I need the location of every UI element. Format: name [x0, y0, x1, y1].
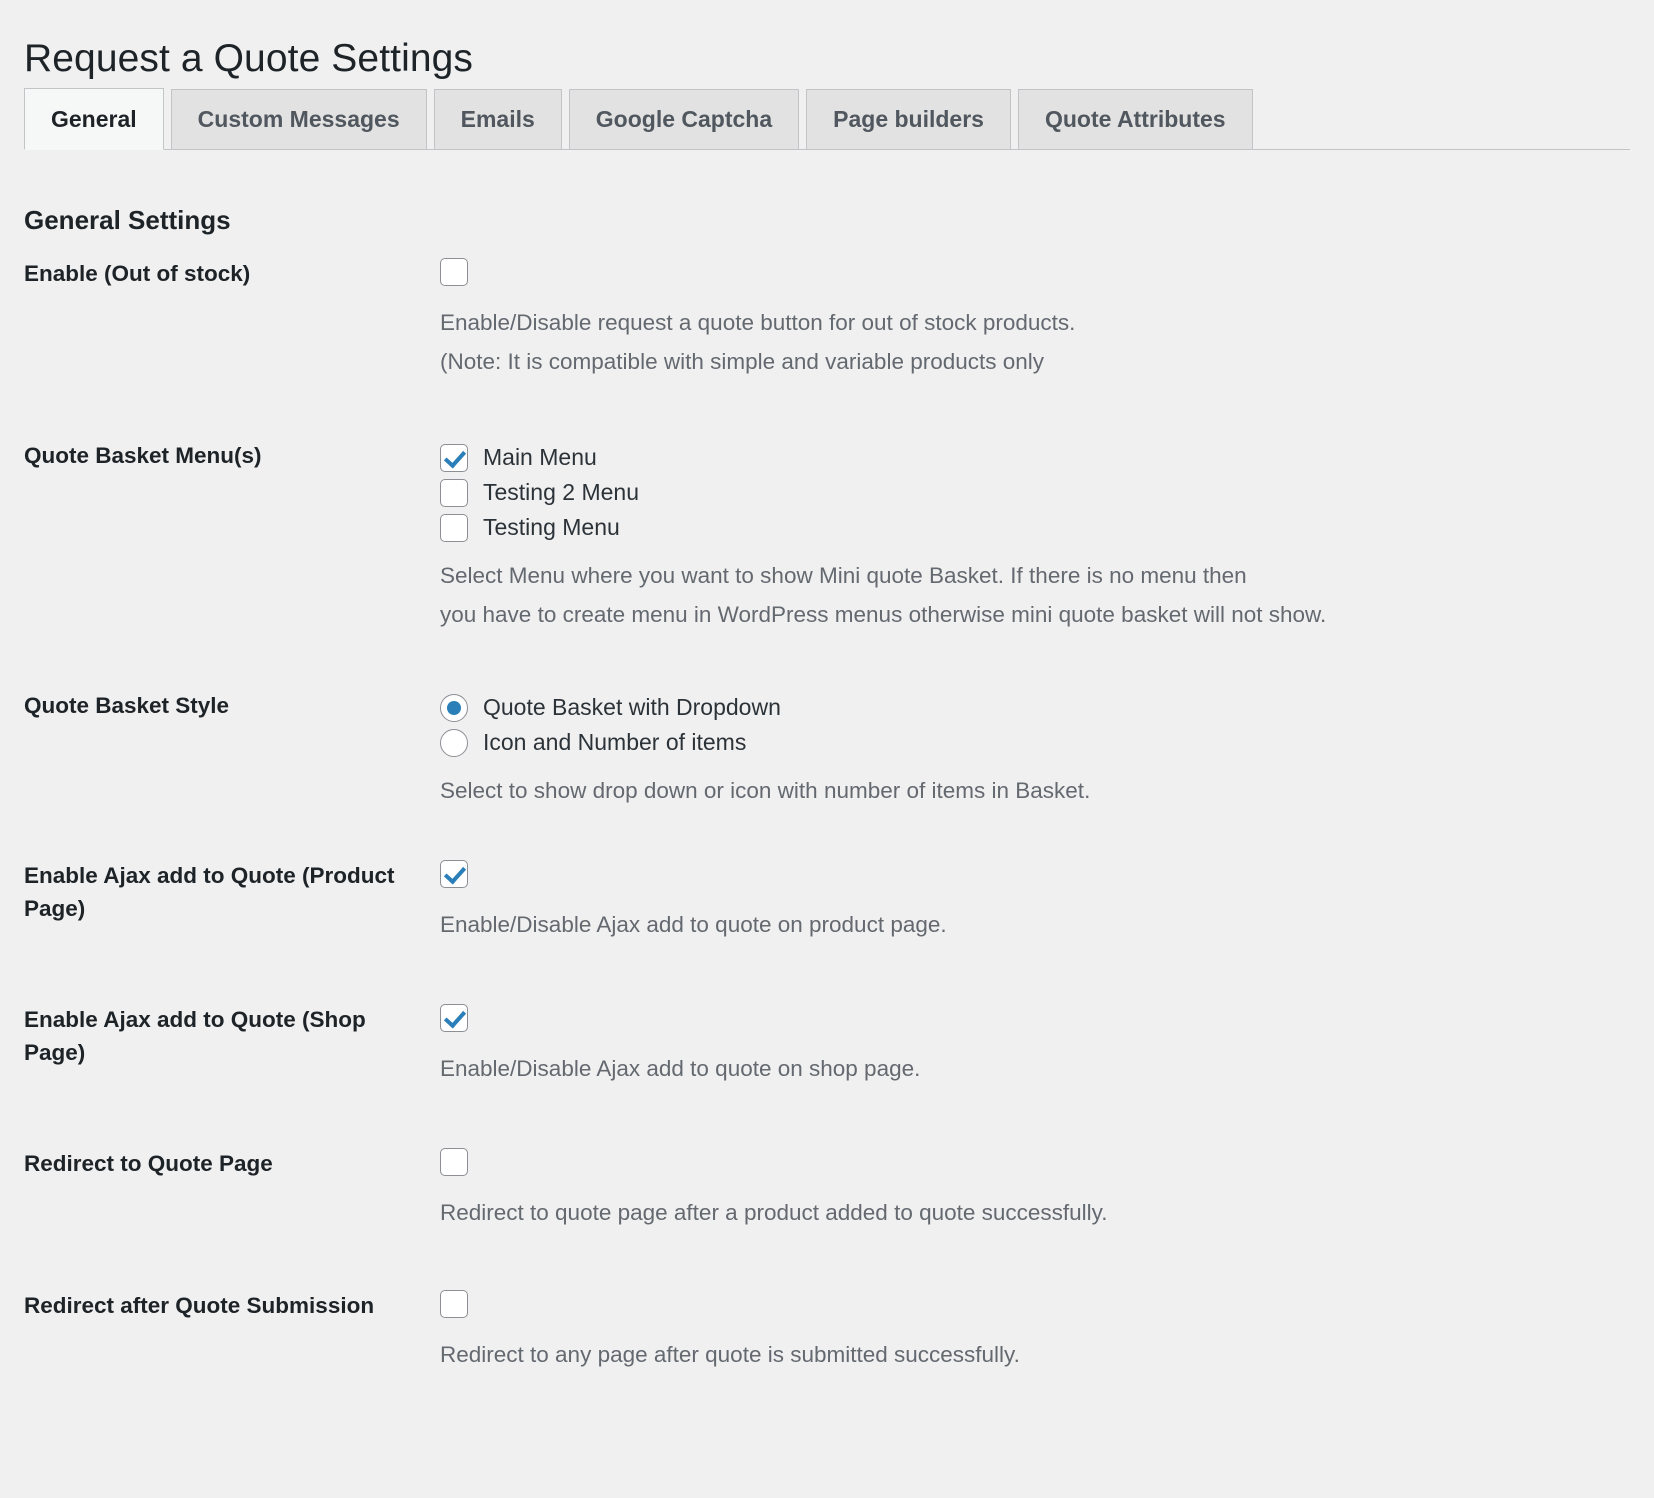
- description-line: Enable/Disable request a quote button fo…: [440, 310, 1076, 335]
- option-label: Testing Menu: [483, 514, 620, 540]
- page-title: Request a Quote Settings: [24, 37, 474, 81]
- checkbox-enable-ajax-product-page[interactable]: [440, 860, 468, 888]
- setting-field-redirect-after-quote-submission: Redirect to any page after quote is subm…: [440, 1290, 1654, 1375]
- setting-description-quote-basket-style: Select to show drop down or icon with nu…: [440, 772, 1630, 811]
- option-list-quote-basket-menus: Main Menu Testing 2 Menu Testing Menu: [440, 440, 1630, 545]
- description-line: Select to show drop down or icon with nu…: [440, 778, 1091, 803]
- setting-description-redirect-to-quote-page: Redirect to quote page after a product a…: [440, 1194, 1630, 1233]
- setting-label-enable-out-of-stock: Enable (Out of stock): [24, 261, 251, 286]
- setting-description-enable-out-of-stock: Enable/Disable request a quote button fo…: [440, 304, 1630, 381]
- setting-label-quote-basket-menus: Quote Basket Menu(s): [24, 443, 262, 468]
- setting-field-redirect-to-quote-page: Redirect to quote page after a product a…: [440, 1148, 1654, 1233]
- description-line: Redirect to quote page after a product a…: [440, 1200, 1108, 1225]
- checkbox-redirect-after-quote-submission[interactable]: [440, 1290, 468, 1318]
- checkbox-enable-out-of-stock[interactable]: [440, 258, 468, 286]
- option-quote-basket-with-dropdown[interactable]: Quote Basket with Dropdown: [440, 690, 1630, 725]
- option-icon-and-number-of-items[interactable]: Icon and Number of items: [440, 725, 1630, 760]
- tab-quote-attributes[interactable]: Quote Attributes: [1017, 89, 1253, 149]
- option-main-menu[interactable]: Main Menu: [440, 440, 1630, 475]
- setting-label-quote-basket-style: Quote Basket Style: [24, 693, 230, 718]
- tab-custom-messages[interactable]: Custom Messages: [170, 89, 427, 149]
- tab-label: Emails: [460, 106, 535, 132]
- option-label: Main Menu: [483, 444, 597, 470]
- description-line: you have to create menu in WordPress men…: [440, 601, 1327, 627]
- setting-row-quote-basket-style: Quote Basket Style Quote Basket with Drop…: [0, 690, 1654, 811]
- description-line: Enable/Disable Ajax add to quote on prod…: [440, 912, 947, 937]
- setting-label-redirect-to-quote-page: Redirect to Quote Page: [24, 1151, 273, 1176]
- radio-quote-basket-with-dropdown[interactable]: [440, 693, 468, 722]
- tab-general[interactable]: General: [24, 88, 164, 150]
- description-line: Select Menu where you want to show Mini …: [440, 563, 1247, 588]
- setting-field-quote-basket-style: Quote Basket with Dropdown Icon and Numbe…: [440, 690, 1654, 811]
- setting-field-enable-ajax-product-page: Enable/Disable Ajax add to quote on prod…: [440, 860, 1654, 945]
- setting-label-enable-ajax-shop-page: Enable Ajax add to Quote (Shop Page): [24, 1007, 366, 1065]
- description-line: Redirect to any page after quote is subm…: [440, 1342, 1020, 1367]
- setting-description-enable-ajax-shop-page: Enable/Disable Ajax add to quote on shop…: [440, 1050, 1630, 1089]
- setting-row-enable-ajax-product-page: Enable Ajax add to Quote (Product Page) E…: [0, 860, 1654, 945]
- tab-label: Page builders: [833, 106, 984, 132]
- tab-page-builders[interactable]: Page builders: [806, 89, 1011, 149]
- radio-icon-and-number-of-items[interactable]: [440, 728, 468, 757]
- setting-field-quote-basket-menus: Main Menu Testing 2 Menu Testing Menu Selec…: [440, 440, 1654, 634]
- option-testing-menu[interactable]: Testing Menu: [440, 510, 1630, 545]
- option-list-quote-basket-style: Quote Basket with Dropdown Icon and Numbe…: [440, 690, 1630, 760]
- setting-row-quote-basket-menus: Quote Basket Menu(s) Main Menu Testing 2 M…: [0, 440, 1654, 634]
- tab-label: Google Captcha: [595, 106, 773, 132]
- section-heading: General Settings: [24, 204, 231, 235]
- settings-tab-bar: General Custom Messages Emails Google Captc…: [24, 88, 1630, 150]
- setting-field-enable-ajax-shop-page: Enable/Disable Ajax add to quote on shop…: [440, 1004, 1654, 1089]
- option-label: Icon and Number of items: [483, 729, 747, 755]
- option-label: Quote Basket with Dropdown: [483, 694, 781, 720]
- setting-row-redirect-to-quote-page: Redirect to Quote Page Redirect to quote …: [0, 1148, 1654, 1233]
- tab-label: Custom Messages: [197, 106, 400, 132]
- setting-description-quote-basket-menus: Select Menu where you want to show Mini …: [440, 557, 1630, 634]
- checkbox-enable-ajax-shop-page[interactable]: [440, 1004, 468, 1032]
- setting-row-enable-ajax-shop-page: Enable Ajax add to Quote (Shop Page) Enab…: [0, 1004, 1654, 1089]
- setting-row-enable-out-of-stock: Enable (Out of stock) Enable/Disable requ…: [0, 258, 1654, 381]
- checkbox-testing-2-menu[interactable]: [440, 478, 468, 507]
- checkbox-redirect-to-quote-page[interactable]: [440, 1148, 468, 1176]
- setting-label-redirect-after-quote-submission: Redirect after Quote Submission: [24, 1293, 375, 1318]
- settings-page: Request a Quote Settings General Custom M…: [0, 0, 1654, 1498]
- tab-google-captcha[interactable]: Google Captcha: [568, 89, 800, 149]
- tab-emails[interactable]: Emails: [433, 89, 562, 149]
- description-line: Enable/Disable Ajax add to quote on shop…: [440, 1056, 921, 1081]
- setting-description-redirect-after-quote-submission: Redirect to any page after quote is subm…: [440, 1336, 1630, 1375]
- setting-field-enable-out-of-stock: Enable/Disable request a quote button fo…: [440, 258, 1654, 381]
- checkbox-testing-menu[interactable]: [440, 513, 468, 542]
- setting-label-enable-ajax-product-page: Enable Ajax add to Quote (Product Page): [24, 863, 395, 921]
- tab-label: Quote Attributes: [1044, 106, 1226, 132]
- tab-label: General: [51, 105, 137, 132]
- description-line: (Note: It is compatible with simple and …: [440, 348, 1045, 374]
- setting-description-enable-ajax-product-page: Enable/Disable Ajax add to quote on prod…: [440, 906, 1630, 945]
- option-testing-2-menu[interactable]: Testing 2 Menu: [440, 475, 1630, 510]
- checkbox-main-menu[interactable]: [440, 443, 468, 472]
- setting-row-redirect-after-quote-submission: Redirect after Quote Submission Redirect …: [0, 1290, 1654, 1375]
- option-label: Testing 2 Menu: [483, 479, 639, 505]
